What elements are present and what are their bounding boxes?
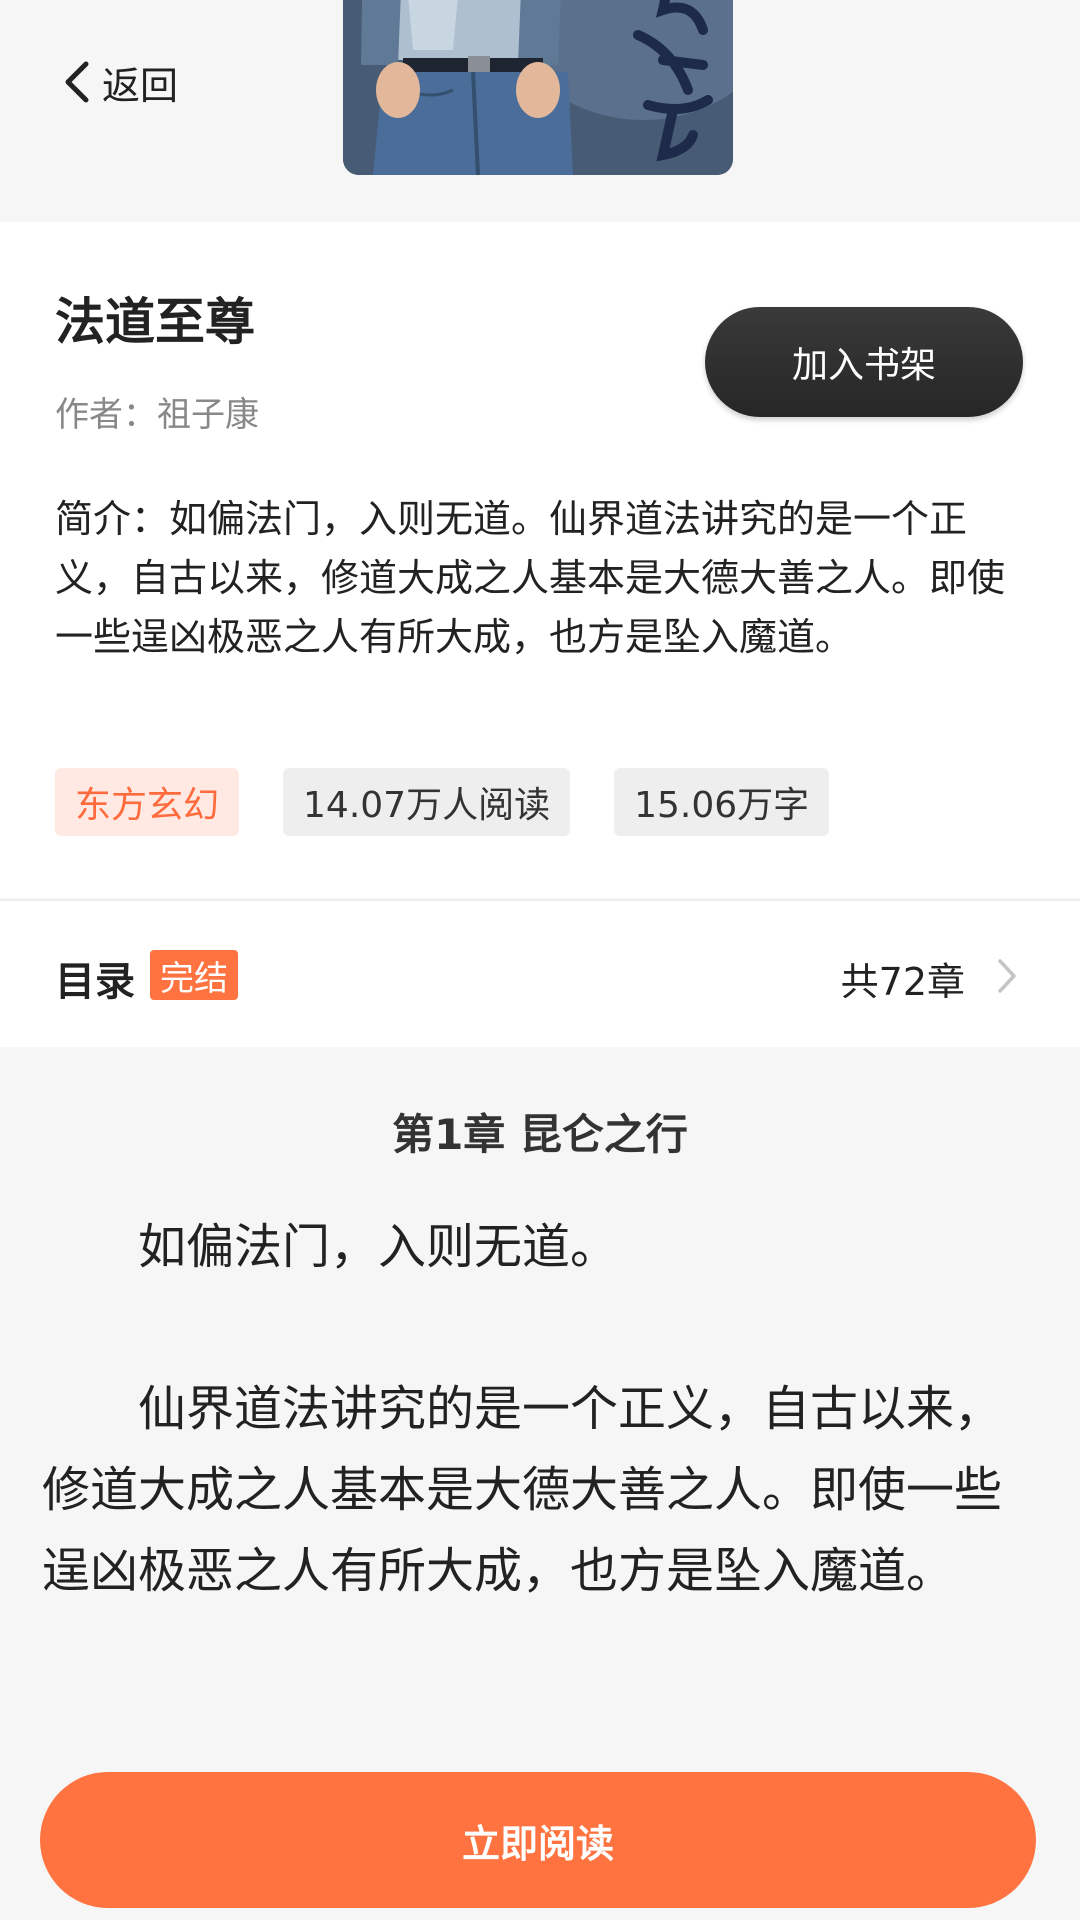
chapter-body: 如偏法门，入则无道。 仙界道法讲究的是一个正义，自古以来，修道大成之人基本是大德… <box>42 1207 1032 1612</box>
book-author: 作者：祖子康 <box>55 395 259 435</box>
readers-count-tag: 14.07万人阅读 <box>283 768 571 836</box>
chapter-title: 第1章 昆仑之行 <box>392 1110 688 1159</box>
catalog-row[interactable]: 目录 完结 共72章 <box>0 899 1080 1049</box>
catalog-label: 目录 <box>55 959 135 1005</box>
chapter-paragraph: 如偏法门，入则无道。 <box>42 1219 619 1275</box>
back-label: 返回 <box>102 63 179 108</box>
book-tags: 东方玄幻 14.07万人阅读 15.06万字 <box>55 768 830 836</box>
chevron-right-icon <box>998 959 1016 993</box>
book-intro: 简介：如偏法门，入则无道。仙界道法讲究的是一个正义，自古以来，修道大成之人基本是… <box>55 497 1006 659</box>
read-now-button[interactable]: 立即阅读 <box>40 1772 1036 1908</box>
add-to-shelf-button[interactable]: 加入书架 <box>705 307 1023 417</box>
top-header: 返回 <box>0 0 1080 222</box>
chapter-count: 共72章 <box>840 960 965 1004</box>
status-badge: 完结 <box>150 950 238 1000</box>
chapter-preview: 第1章 昆仑之行 如偏法门，入则无道。 仙界道法讲究的是一个正义，自古以来，修道… <box>0 1047 1080 1747</box>
genre-tag[interactable]: 东方玄幻 <box>55 768 240 836</box>
chapter-paragraph: 仙界道法讲究的是一个正义，自古以来，修道大成之人基本是大德大善之人。即使一些逞凶… <box>42 1381 1003 1599</box>
chevron-left-icon <box>65 61 89 103</box>
book-title: 法道至尊 <box>55 293 255 351</box>
word-count-tag: 15.06万字 <box>614 768 830 836</box>
book-cover-image <box>343 0 733 175</box>
back-button[interactable]: 返回 <box>62 52 178 112</box>
book-info-card: 法道至尊 作者：祖子康 加入书架 简介：如偏法门，入则无道。仙界道法讲究的是一个… <box>0 222 1080 898</box>
